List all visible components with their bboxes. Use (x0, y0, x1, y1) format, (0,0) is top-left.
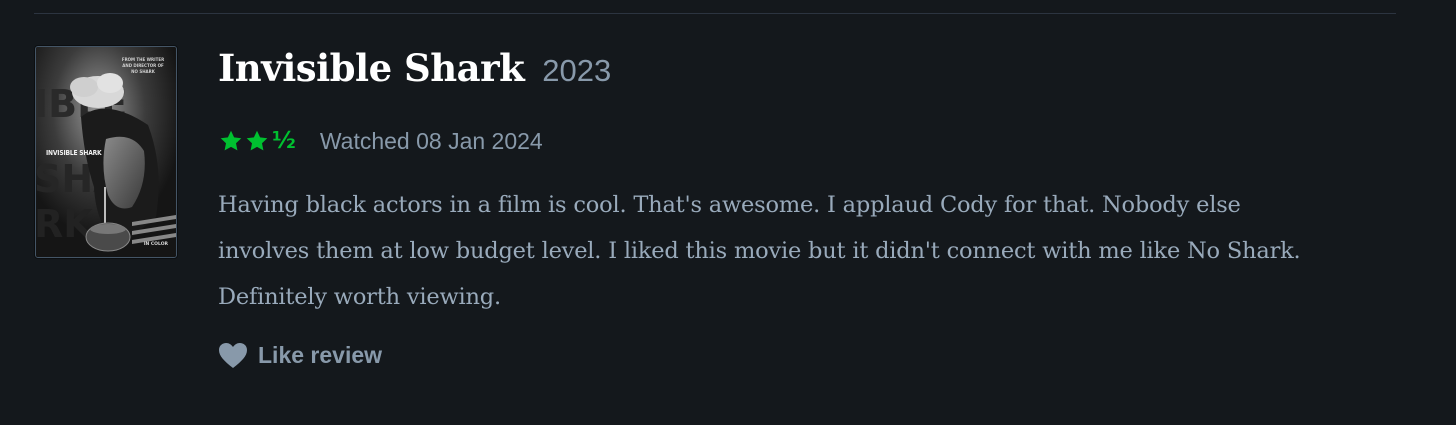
review-content: Invisible Shark 2023 ½ Watched 08 Jan 20… (218, 46, 1398, 369)
half-star-icon: ½ (272, 127, 296, 154)
film-poster[interactable]: IBLE SHA RK FROM THE WRITER AND DIRECTOR… (35, 46, 177, 258)
svg-text:RK: RK (36, 202, 94, 246)
poster-title-text: INVISIBLE SHARK (46, 149, 102, 157)
like-review-button[interactable]: Like review (218, 342, 1398, 369)
poster-tag-label: IN COLOR (143, 242, 168, 247)
review-meta: ½ Watched 08 Jan 2024 (218, 126, 1398, 156)
review-text: Having black actors in a film is cool. T… (218, 192, 1301, 310)
divider (34, 13, 1396, 14)
watched-date[interactable]: Watched 08 Jan 2024 (320, 128, 543, 155)
film-year[interactable]: 2023 (542, 53, 611, 89)
review-body: Having black actors in a film is cool. T… (218, 182, 1338, 320)
heart-icon (219, 343, 247, 368)
star-rating: ½ (218, 129, 296, 153)
like-review-label: Like review (258, 342, 383, 368)
star-icon (220, 130, 242, 151)
star-icon (246, 130, 268, 151)
poster-tag-text: IN COLOR (144, 242, 168, 247)
film-title[interactable]: Invisible Shark (218, 46, 525, 90)
review-headline: Invisible Shark 2023 (218, 46, 1398, 102)
review-entry: IBLE SHA RK FROM THE WRITER AND DIRECTOR… (0, 0, 1456, 425)
poster-credit-text: FROM THE WRITER AND DIRECTOR OF NO SHARK (121, 57, 165, 74)
